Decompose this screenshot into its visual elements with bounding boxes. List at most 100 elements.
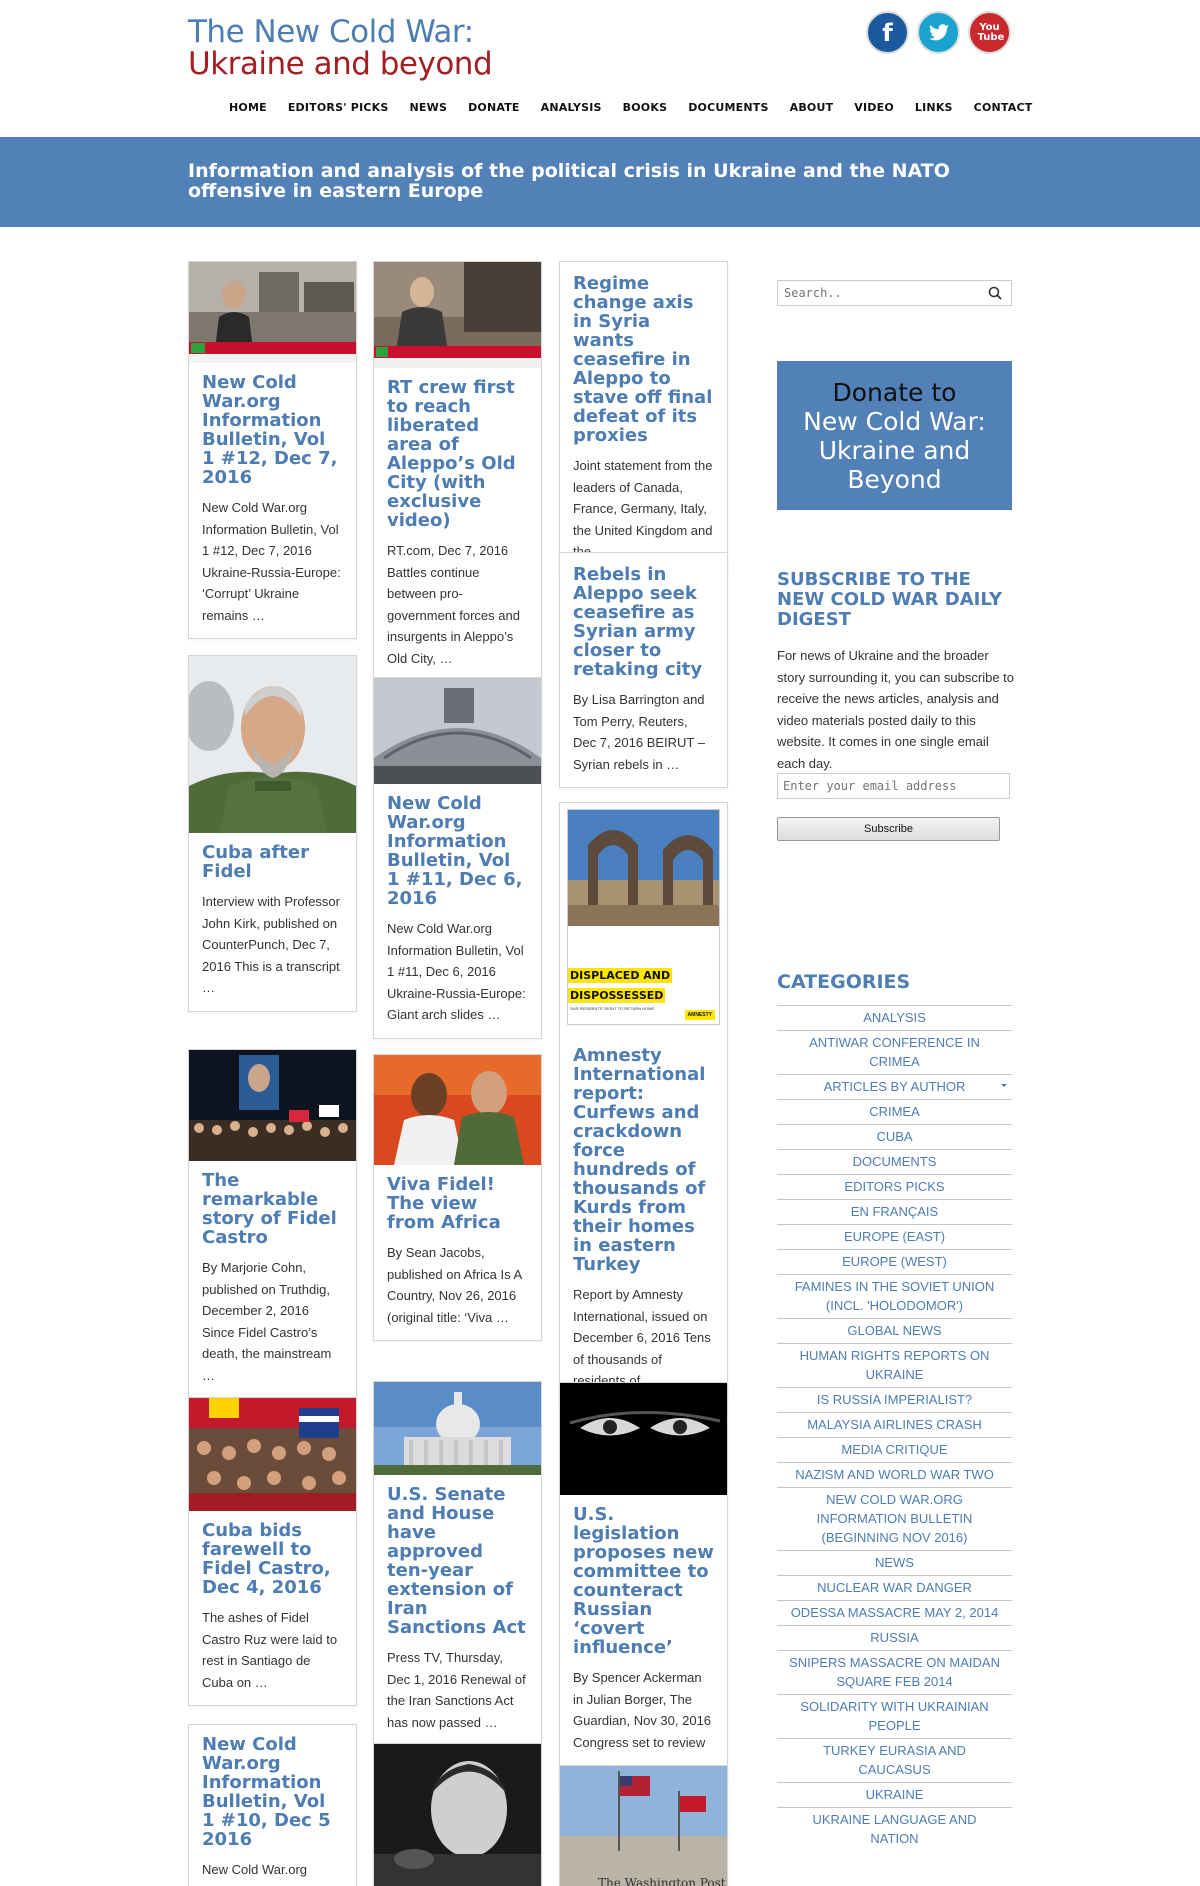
youtube-icon[interactable]: You Tube — [968, 11, 1011, 54]
article-card[interactable]: RT crew first to reach liberated area of… — [373, 261, 542, 682]
category-item[interactable]: NAZISM AND WORLD WAR TWO — [777, 1462, 1012, 1487]
article-title[interactable]: New Cold War.org Information Bulletin, V… — [387, 794, 528, 908]
category-item[interactable]: IS RUSSIA IMPERIALIST? — [777, 1387, 1012, 1412]
category-item[interactable]: CUBA — [777, 1124, 1012, 1149]
article-title[interactable]: U.S. Senate and House have approved ten-… — [387, 1485, 528, 1637]
nav-item-about[interactable]: ABOUT — [790, 101, 834, 114]
nav-item-links[interactable]: LINKS — [915, 101, 953, 114]
article-thumbnail[interactable]: DISPLACED AND DISPOSSESSED SUR RESIDENTS… — [560, 803, 727, 1036]
article-card[interactable]: New Cold War.org Information Bulletin, V… — [188, 261, 357, 639]
report-cover-subtitle: SUR RESIDENTS' RIGHT TO RETURN HOME — [570, 1006, 655, 1011]
category-item[interactable]: TURKEY EURASIA AND CAUCASUS — [777, 1738, 1012, 1782]
article-title[interactable]: U.S. legislation proposes new committee … — [573, 1505, 714, 1657]
category-item[interactable]: MEDIA CRITIQUE — [777, 1437, 1012, 1462]
nav-item-analysis[interactable]: ANALYSIS — [541, 101, 602, 114]
article-card[interactable]: Rebels in Aleppo seek ceasefire as Syria… — [559, 552, 728, 788]
site-logo[interactable]: The New Cold War: Ukraine and beyond — [188, 14, 493, 80]
category-item[interactable]: GLOBAL NEWS — [777, 1318, 1012, 1343]
nav-item-news[interactable]: NEWS — [409, 101, 447, 114]
article-card[interactable]: Regime change axis in Syria wants ceasef… — [559, 261, 728, 576]
category-item[interactable]: HUMAN RIGHTS REPORTS ON UKRAINE — [777, 1343, 1012, 1387]
category-item[interactable]: ODESSA MASSACRE MAY 2, 2014 — [777, 1600, 1012, 1625]
category-item[interactable]: CRIMEA — [777, 1099, 1012, 1124]
article-thumbnail[interactable] — [374, 1744, 541, 1886]
article-thumbnail[interactable]: The Washington Post — [560, 1766, 727, 1886]
category-item[interactable]: NEW COLD WAR.ORG INFORMATION BULLETIN (B… — [777, 1487, 1012, 1550]
category-item[interactable]: SOLIDARITY WITH UKRAINIAN PEOPLE — [777, 1694, 1012, 1738]
category-item[interactable]: UKRAINE LANGUAGE AND NATION — [777, 1807, 1012, 1851]
article-title[interactable]: Cuba bids farewell to Fidel Castro, Dec … — [202, 1521, 343, 1597]
article-title[interactable]: New Cold War.org Information Bulletin, V… — [202, 1735, 343, 1849]
chevron-down-icon[interactable] — [1001, 1084, 1007, 1087]
article-thumbnail[interactable] — [189, 1050, 356, 1161]
category-item[interactable]: SNIPERS MASSACRE ON MAIDAN SQUARE FEB 20… — [777, 1650, 1012, 1694]
article-card[interactable]: Cuba bids farewell to Fidel Castro, Dec … — [188, 1397, 357, 1706]
nav-item-contact[interactable]: CONTACT — [974, 101, 1033, 114]
site-title-line1: The New Cold War: — [188, 14, 474, 50]
category-label: NEW COLD WAR.ORG INFORMATION BULLETIN (B… — [816, 1492, 973, 1545]
category-label: HUMAN RIGHTS REPORTS ON UKRAINE — [799, 1348, 990, 1382]
article-title[interactable]: Viva Fidel! The view from Africa — [387, 1175, 528, 1232]
article-card[interactable]: New Cold War.org Information Bulletin, V… — [188, 1724, 357, 1886]
category-item[interactable]: ANTIWAR CONFERENCE IN CRIMEA — [777, 1030, 1012, 1074]
article-card[interactable] — [373, 1743, 542, 1886]
search-input[interactable] — [778, 281, 978, 305]
article-thumbnail[interactable] — [189, 262, 356, 363]
nav-item-books[interactable]: BOOKS — [623, 101, 668, 114]
donate-line3: Ukraine and — [818, 435, 971, 465]
article-title[interactable]: Regime change axis in Syria wants ceasef… — [573, 274, 714, 445]
category-label: UKRAINE — [865, 1787, 924, 1802]
nav-item-donate[interactable]: DONATE — [468, 101, 520, 114]
category-item[interactable]: EUROPE (WEST) — [777, 1249, 1012, 1274]
article-title[interactable]: Amnesty International report: Curfews an… — [573, 1046, 714, 1274]
article-card[interactable]: Viva Fidel! The view from Africa By Sean… — [373, 1054, 542, 1341]
article-card[interactable]: Cuba after Fidel Interview with Professo… — [188, 655, 357, 1012]
category-item[interactable]: MALAYSIA AIRLINES CRASH — [777, 1412, 1012, 1437]
search-box[interactable] — [777, 280, 1012, 306]
article-card[interactable]: New Cold War.org Information Bulletin, V… — [373, 677, 542, 1039]
article-thumbnail[interactable] — [189, 1398, 356, 1511]
category-item[interactable]: EN FRANÇAIS — [777, 1199, 1012, 1224]
search-icon[interactable] — [988, 286, 1002, 300]
category-item[interactable]: EDITORS PICKS — [777, 1174, 1012, 1199]
category-item[interactable]: DOCUMENTS — [777, 1149, 1012, 1174]
article-title[interactable]: Cuba after Fidel — [202, 843, 343, 881]
report-cover-title-1: DISPLACED AND — [568, 968, 673, 983]
category-item[interactable]: ANALYSIS — [777, 1005, 1012, 1030]
category-label: DOCUMENTS — [852, 1154, 937, 1169]
article-thumbnail[interactable] — [374, 678, 541, 784]
category-item[interactable]: RUSSIA — [777, 1625, 1012, 1650]
nav-item-documents[interactable]: DOCUMENTS — [688, 101, 768, 114]
article-card[interactable]: U.S. Senate and House have approved ten-… — [373, 1381, 542, 1746]
category-item[interactable]: UKRAINE — [777, 1782, 1012, 1807]
article-card[interactable]: The remarkable story of Fidel Castro By … — [188, 1049, 357, 1399]
category-item[interactable]: NUCLEAR WAR DANGER — [777, 1575, 1012, 1600]
twitter-icon[interactable] — [917, 11, 960, 54]
facebook-icon[interactable]: f — [866, 11, 909, 54]
nav-item-home[interactable]: HOME — [229, 101, 267, 114]
article-thumbnail[interactable] — [189, 656, 356, 833]
donate-line1: Donate to — [832, 377, 957, 407]
article-title[interactable]: RT crew first to reach liberated area of… — [387, 378, 528, 530]
nav-item-video[interactable]: VIDEO — [854, 101, 894, 114]
article-thumbnail[interactable] — [374, 262, 541, 368]
article-thumbnail[interactable] — [560, 1383, 727, 1495]
category-item[interactable]: FAMINES IN THE SOVIET UNION (INCL. 'HOLO… — [777, 1274, 1012, 1318]
article-title[interactable]: New Cold War.org Information Bulletin, V… — [202, 373, 343, 487]
email-field[interactable] — [777, 773, 1010, 799]
category-item[interactable]: EUROPE (EAST) — [777, 1224, 1012, 1249]
subscribe-button[interactable]: Subscribe — [777, 817, 1000, 841]
category-item[interactable]: ARTICLES BY AUTHOR — [777, 1074, 1012, 1099]
donate-button[interactable]: Donate to New Cold War: Ukraine and Beyo… — [777, 361, 1012, 510]
nav-item-editors-picks[interactable]: EDITORS' PICKS — [288, 101, 389, 114]
article-card[interactable]: DISPLACED AND DISPOSSESSED SUR RESIDENTS… — [559, 802, 728, 1405]
article-card[interactable]: U.S. legislation proposes new committee … — [559, 1382, 728, 1788]
article-card[interactable]: The Washington Post — [559, 1765, 728, 1886]
article-title[interactable]: Rebels in Aleppo seek ceasefire as Syria… — [573, 565, 714, 679]
category-label: TURKEY EURASIA AND CAUCASUS — [823, 1743, 966, 1777]
donate-line4: Beyond — [847, 464, 942, 494]
article-thumbnail[interactable] — [374, 1382, 541, 1475]
category-item[interactable]: NEWS — [777, 1550, 1012, 1575]
article-title[interactable]: The remarkable story of Fidel Castro — [202, 1171, 343, 1247]
article-thumbnail[interactable] — [374, 1055, 541, 1165]
